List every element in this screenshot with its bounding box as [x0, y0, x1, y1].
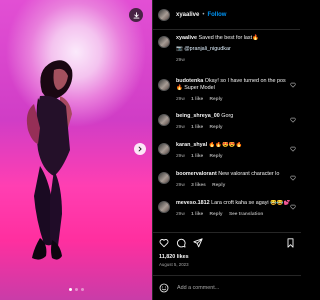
- comment-reply-button[interactable]: Reply: [210, 125, 223, 130]
- instagram-post: xyaalive • Follow xyaalive Saved the bes…: [0, 0, 301, 300]
- comment-time: 29w: [176, 154, 185, 160]
- comment-likes[interactable]: 3 likes: [191, 183, 206, 188]
- add-comment-input[interactable]: [177, 285, 277, 291]
- comment-username[interactable]: meveso.1812: [176, 200, 210, 206]
- post-details-panel: xyaalive • Follow xyaalive Saved the bes…: [152, 0, 301, 300]
- bookmark-icon: [287, 238, 294, 248]
- comment-avatar[interactable]: [158, 79, 170, 91]
- comment-username[interactable]: being_shreya_00: [176, 113, 220, 119]
- heart-icon[interactable]: [290, 204, 296, 210]
- next-photo-button[interactable]: [134, 143, 146, 155]
- heart-icon[interactable]: [290, 175, 296, 181]
- heart-icon: [159, 238, 169, 247]
- see-translation-link[interactable]: See translation: [229, 212, 263, 217]
- post-actions: [153, 232, 301, 252]
- heart-icon[interactable]: [290, 146, 296, 152]
- comment-icon: [176, 238, 186, 247]
- comment-username[interactable]: karan_shyal: [176, 142, 207, 148]
- header-separator: •: [202, 11, 205, 18]
- carousel-dot-active: [68, 288, 72, 291]
- comment-username[interactable]: boomervalorant: [176, 171, 217, 177]
- comment-likes[interactable]: 1 like: [191, 154, 203, 159]
- comment-text-continued: 🔥 Super Model: [176, 85, 215, 92]
- carousel-dot: [80, 288, 84, 291]
- comment-item: being_shreya_00 Gorg 29w 1 like Reply: [153, 113, 301, 131]
- post-date: August 5, 2023: [159, 262, 189, 267]
- comment-time: 29w: [176, 97, 185, 103]
- save-button[interactable]: [286, 238, 295, 248]
- emoji-button[interactable]: [159, 283, 169, 293]
- comment-time: 29w: [176, 125, 185, 131]
- comment-time: 29w: [176, 212, 185, 218]
- comment-avatar[interactable]: [158, 143, 170, 155]
- download-icon: [133, 11, 139, 19]
- comment-likes[interactable]: 1 like: [191, 212, 203, 217]
- emoji-icon: [159, 283, 169, 293]
- comment-item: karan_shyal 🔥🔥😍😍🔥 29w 1 like Reply: [153, 142, 301, 160]
- like-button[interactable]: [159, 238, 169, 248]
- chevron-right-icon: [138, 146, 142, 152]
- comment-avatar[interactable]: [158, 114, 170, 126]
- share-icon: [193, 237, 203, 247]
- comment-likes[interactable]: 1 like: [191, 97, 203, 102]
- carousel-indicator: [0, 288, 152, 291]
- comment-item: meveso.1812 Lara croft kaha se agayi 😂😂💕…: [153, 200, 301, 218]
- heart-icon[interactable]: [290, 82, 296, 88]
- comment-text: Gorg: [221, 113, 234, 119]
- comment-text: Lara croft kaha se agayi 😂😂💕: [211, 200, 291, 206]
- caption-avatar[interactable]: [158, 36, 170, 48]
- comment-text: 🔥🔥😍😍🔥: [208, 142, 243, 148]
- comment-likes[interactable]: 1 like: [191, 125, 203, 130]
- comments-list[interactable]: xyaalive Saved the best for last🔥 📷 @pra…: [153, 31, 301, 232]
- comment-item: boomervalorant New valorant character lo…: [153, 171, 301, 189]
- comment-time: 29w: [176, 183, 185, 189]
- author-username[interactable]: xyaalive: [176, 12, 199, 18]
- caption: xyaalive Saved the best for last🔥 📷 @pra…: [153, 35, 301, 65]
- comment-reply-button[interactable]: Reply: [212, 183, 225, 188]
- heart-icon[interactable]: [290, 117, 296, 123]
- caption-text: Saved the best for last🔥: [198, 35, 259, 41]
- comment-text: Okay! so I have turned on the pos: [204, 78, 286, 84]
- caption-mention[interactable]: 📷 @pranjali_nigudkar: [176, 46, 294, 53]
- caption-username[interactable]: xyaalive: [176, 35, 197, 41]
- comment-button[interactable]: [176, 238, 186, 248]
- likes-count[interactable]: 11,820 likes: [159, 254, 189, 260]
- caption-time: 29w: [176, 58, 185, 64]
- download-button[interactable]: [129, 8, 143, 22]
- post-header: xyaalive • Follow: [153, 0, 300, 30]
- comment-username[interactable]: budotenka: [176, 78, 203, 84]
- comment-avatar[interactable]: [158, 172, 170, 184]
- follow-button[interactable]: Follow: [207, 12, 226, 18]
- author-avatar[interactable]: [158, 8, 170, 21]
- comment-reply-button[interactable]: Reply: [210, 97, 223, 102]
- comment-reply-button[interactable]: Reply: [210, 212, 223, 217]
- comment-item: budotenka Okay! so I have turned on the …: [153, 78, 301, 104]
- photo-subject: [26, 60, 73, 260]
- add-comment-bar: [153, 275, 301, 300]
- comment-text: New valorant character lo: [218, 171, 280, 177]
- comment-reply-button[interactable]: Reply: [210, 154, 223, 159]
- share-button[interactable]: [193, 237, 203, 248]
- post-photo[interactable]: [0, 0, 152, 300]
- carousel-dot: [74, 288, 78, 291]
- comment-avatar[interactable]: [158, 201, 170, 213]
